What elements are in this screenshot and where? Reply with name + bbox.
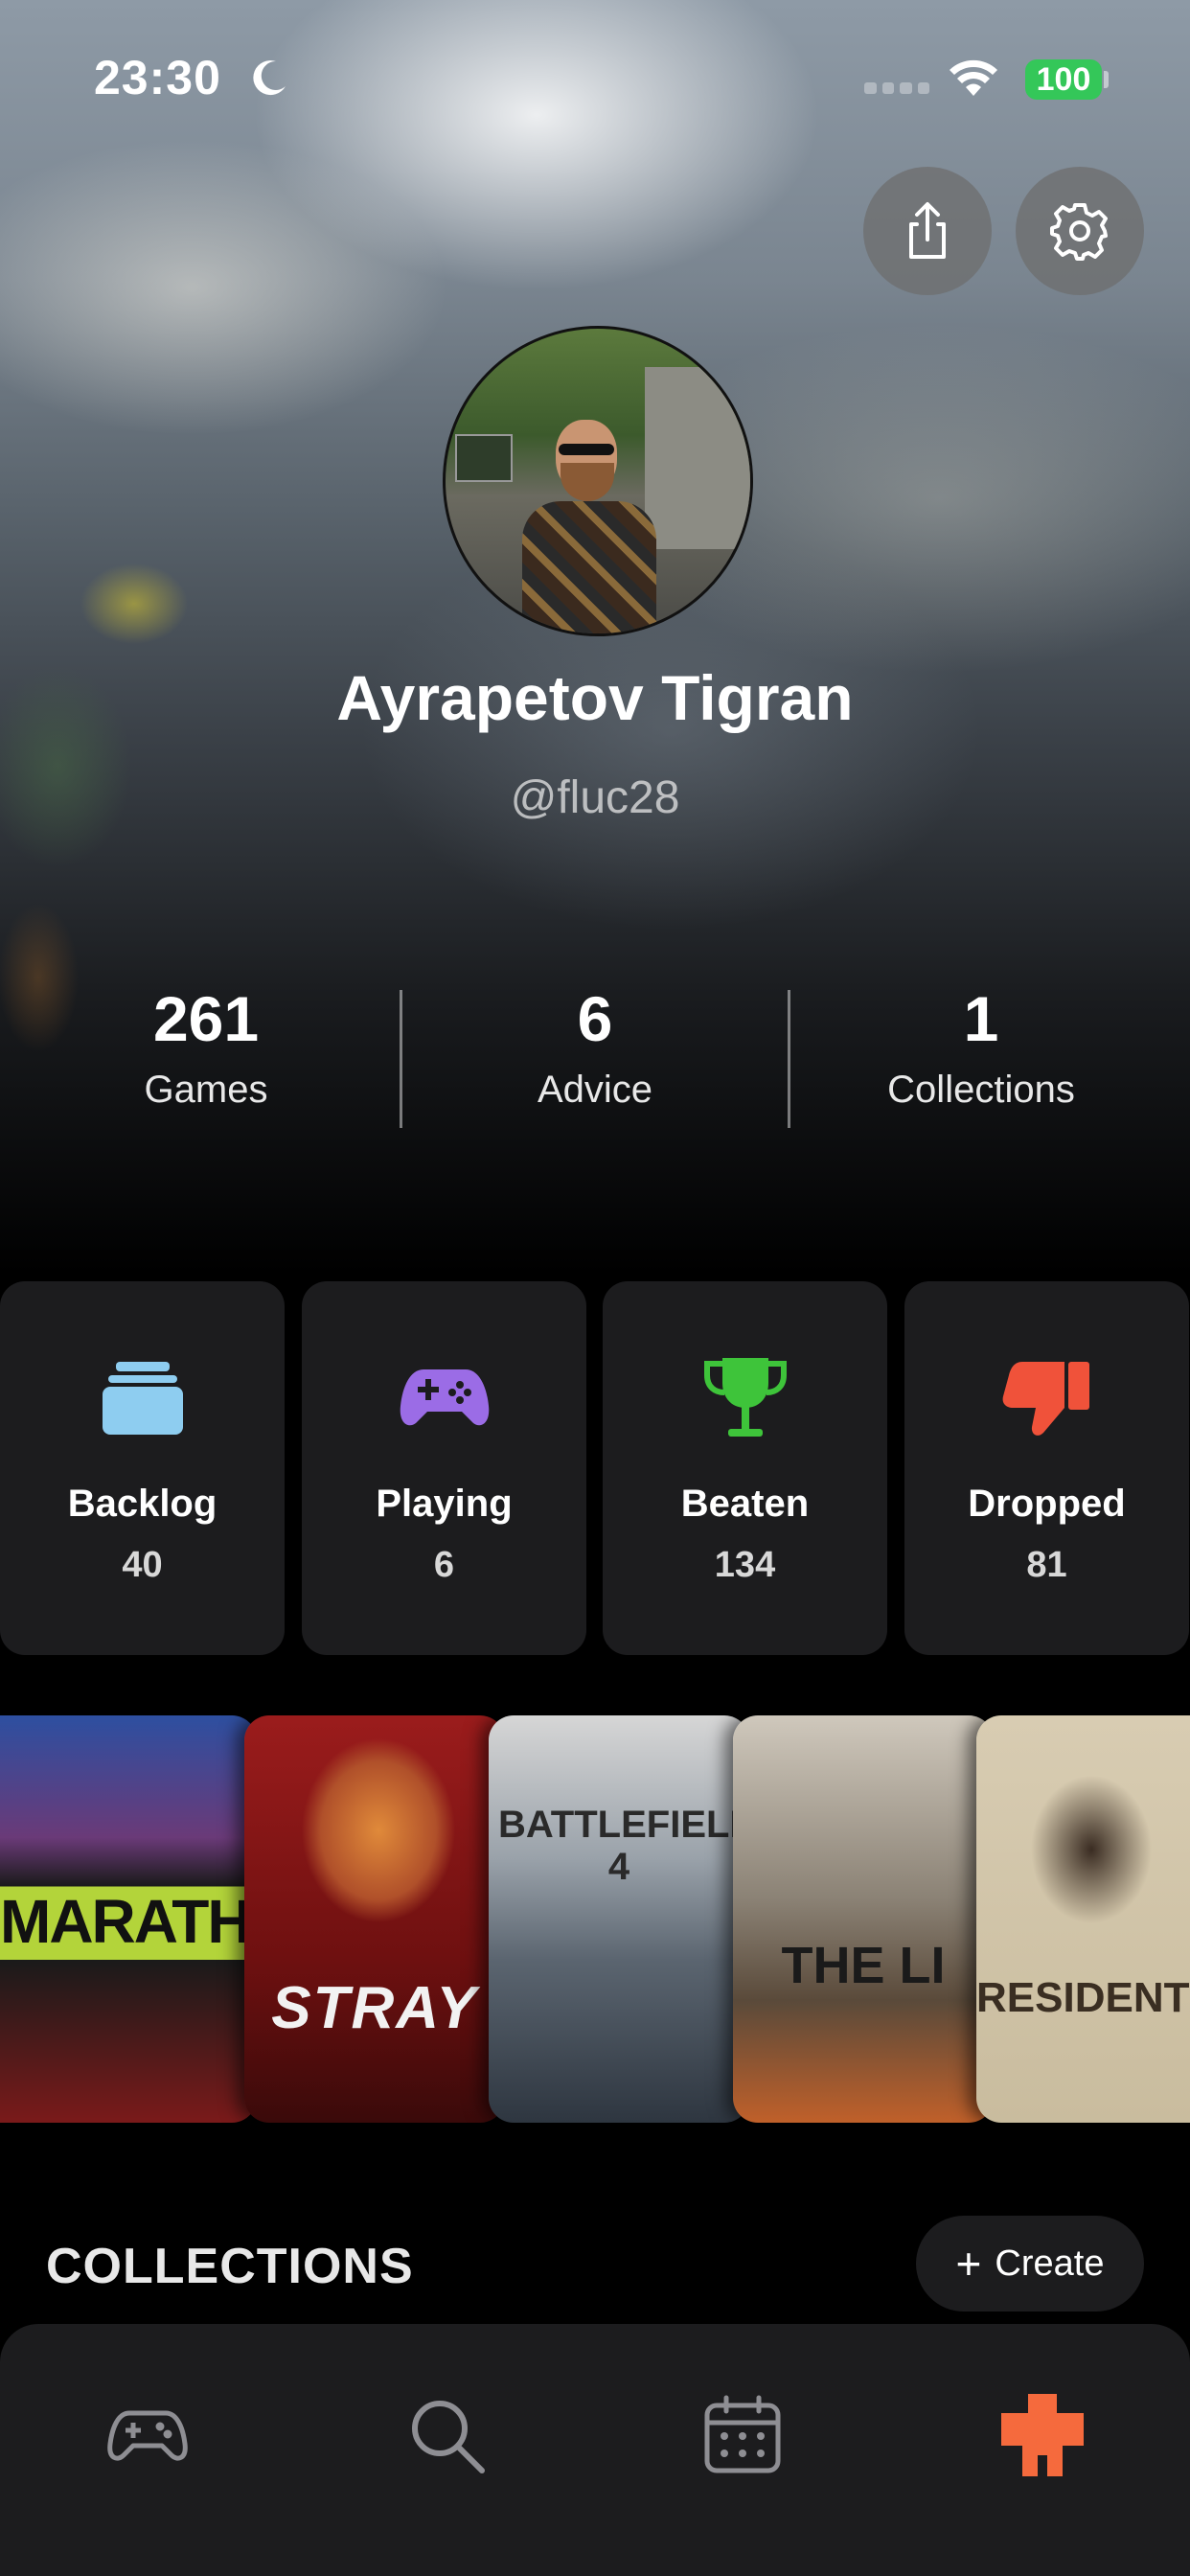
collections-heading: COLLECTIONS	[46, 2239, 414, 2294]
tab-games[interactable]	[100, 2387, 195, 2483]
status-card-count: 6	[433, 1545, 455, 1585]
stat-value: 6	[577, 983, 613, 1054]
stack-icon	[102, 1362, 183, 1435]
battery-tip	[1104, 71, 1109, 88]
status-card-count: 40	[122, 1545, 163, 1585]
calendar-icon	[704, 2395, 781, 2473]
game-cover[interactable]: BATTLEFIELD 4	[489, 1715, 749, 2123]
thumbs-down-icon	[1002, 1362, 1089, 1436]
stat-collections[interactable]: 1 Collections	[788, 982, 1175, 1112]
game-cover[interactable]: THE LI	[733, 1715, 994, 2123]
status-card-backlog[interactable]: Backlog 40	[0, 1281, 285, 1655]
status-card-dropped[interactable]: Dropped 81	[904, 1281, 1189, 1655]
gamepad-icon	[400, 1369, 489, 1426]
trophy-icon	[703, 1358, 787, 1437]
game-cover-title: RESIDENT E	[976, 1974, 1190, 2021]
status-time: 23:30	[94, 51, 221, 104]
profile-name: Ayrapetov Tigran	[336, 662, 854, 733]
gear-icon	[1050, 203, 1108, 261]
status-card-playing[interactable]: Playing 6	[302, 1281, 586, 1655]
settings-button[interactable]	[1016, 167, 1144, 295]
stat-label: Games	[144, 1069, 268, 1111]
create-collection-button[interactable]: + Create	[916, 2216, 1144, 2312]
game-cover[interactable]: MARATHO	[0, 1715, 257, 2123]
game-cover[interactable]: STRAY	[244, 1715, 505, 2123]
stat-label: Advice	[537, 1069, 653, 1111]
stat-label: Collections	[887, 1069, 1075, 1111]
tab-calendar[interactable]	[695, 2387, 790, 2483]
battery-indicator: 100	[1025, 59, 1102, 100]
status-card-label: Backlog	[67, 1483, 217, 1525]
stat-value: 1	[963, 983, 999, 1054]
plus-icon: +	[955, 2239, 982, 2288]
stat-value: 261	[152, 983, 260, 1054]
status-card-count: 81	[1026, 1545, 1067, 1585]
status-card-label: Playing	[376, 1483, 513, 1525]
profile-icon	[1001, 2394, 1084, 2476]
wifi-icon	[950, 59, 997, 96]
status-card-label: Beaten	[680, 1483, 810, 1525]
cellular-signal-icon	[864, 82, 929, 94]
tab-search[interactable]	[399, 2387, 494, 2483]
profile-handle: @fluc28	[510, 772, 680, 823]
recent-games-covers: MARATHO STRAY BATTLEFIELD 4 THE LI RESID…	[0, 1715, 1190, 2123]
game-cover-title: THE LI	[781, 1937, 946, 1994]
create-label: Create	[995, 2242, 1105, 2284]
status-card-label: Dropped	[968, 1483, 1126, 1525]
game-cover-title: MARATHO	[0, 1887, 257, 1956]
game-cover-title: BATTLEFIELD 4	[498, 1804, 749, 1888]
gamepad-icon	[107, 2410, 188, 2461]
avatar[interactable]	[443, 326, 753, 636]
share-icon	[909, 202, 946, 259]
stat-games[interactable]: 261 Games	[12, 982, 400, 1112]
search-icon	[412, 2401, 485, 2473]
stat-advice[interactable]: 6 Advice	[401, 982, 789, 1112]
status-card-count: 134	[714, 1545, 776, 1585]
status-card-beaten[interactable]: Beaten 134	[603, 1281, 887, 1655]
moon-icon	[253, 60, 286, 96]
game-cover[interactable]: RESIDENT E	[976, 1715, 1190, 2123]
game-cover-title: STRAY	[271, 1975, 478, 2041]
share-button[interactable]	[863, 167, 992, 295]
tab-profile[interactable]	[995, 2387, 1090, 2483]
tab-bar	[0, 2324, 1190, 2576]
